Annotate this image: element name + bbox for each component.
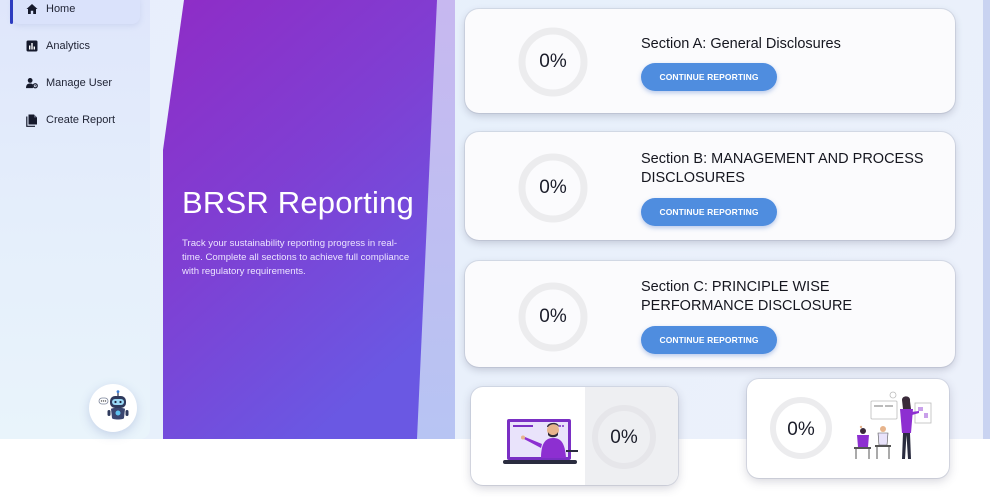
home-icon: [26, 3, 38, 15]
create-report-icon: [26, 114, 38, 127]
continue-reporting-button[interactable]: CONTINUE REPORTING: [641, 326, 777, 354]
section-title: Section A: General Disclosures: [641, 36, 841, 52]
section-card-b: 0% Section B: MANAGEMENT AND PROCESS DIS…: [465, 132, 955, 240]
progress-percent: 0%: [539, 306, 567, 327]
sidebar-item-home[interactable]: Home: [10, 0, 140, 24]
sidebar: Home Analytics Manage User Create Report: [0, 0, 150, 439]
chatbot-button[interactable]: [89, 384, 137, 432]
sidebar-item-label: Analytics: [46, 40, 91, 52]
continue-reporting-button[interactable]: CONTINUE REPORTING: [641, 63, 777, 91]
mini-progress-card-2: 0%: [747, 379, 949, 478]
presenter-laptop-illustration: [503, 419, 578, 464]
team-meeting-illustration: [854, 391, 932, 459]
section-title: Section B: MANAGEMENT AND PROCESS DISCLO…: [641, 151, 924, 186]
progress-percent: 0%: [787, 419, 815, 440]
section-card-a: 0% Section A: General Disclosures CONTIN…: [465, 9, 955, 113]
sidebar-item-analytics[interactable]: Analytics: [12, 31, 140, 61]
hero-title: BRSR Reporting: [182, 185, 414, 220]
analytics-icon: [26, 40, 38, 52]
sidebar-item-manage-user[interactable]: Manage User: [12, 68, 140, 98]
progress-percent: 0%: [539, 177, 567, 198]
sidebar-item-create-report[interactable]: Create Report: [12, 105, 140, 135]
app-root: Home Analytics Manage User Create Report: [0, 0, 990, 497]
right-scroll-edge: [983, 0, 990, 439]
mini-progress-card-1: 0%: [471, 387, 678, 485]
sidebar-item-label: Create Report: [46, 114, 116, 126]
progress-percent: 0%: [610, 427, 638, 448]
sidebar-item-label: Home: [46, 3, 76, 15]
sidebar-item-label: Manage User: [46, 77, 113, 89]
robot-icon: [96, 389, 130, 428]
hero-description: Track your sustainability reporting prog…: [182, 238, 410, 277]
continue-reporting-button[interactable]: CONTINUE REPORTING: [641, 198, 777, 226]
section-title: Section C: PRINCIPLE WISE PERFORMANCE DI…: [641, 279, 853, 314]
progress-percent: 0%: [539, 51, 567, 72]
section-card-c: 0% Section C: PRINCIPLE WISE PERFORMANCE…: [465, 261, 955, 367]
manage-user-icon: [26, 77, 38, 89]
